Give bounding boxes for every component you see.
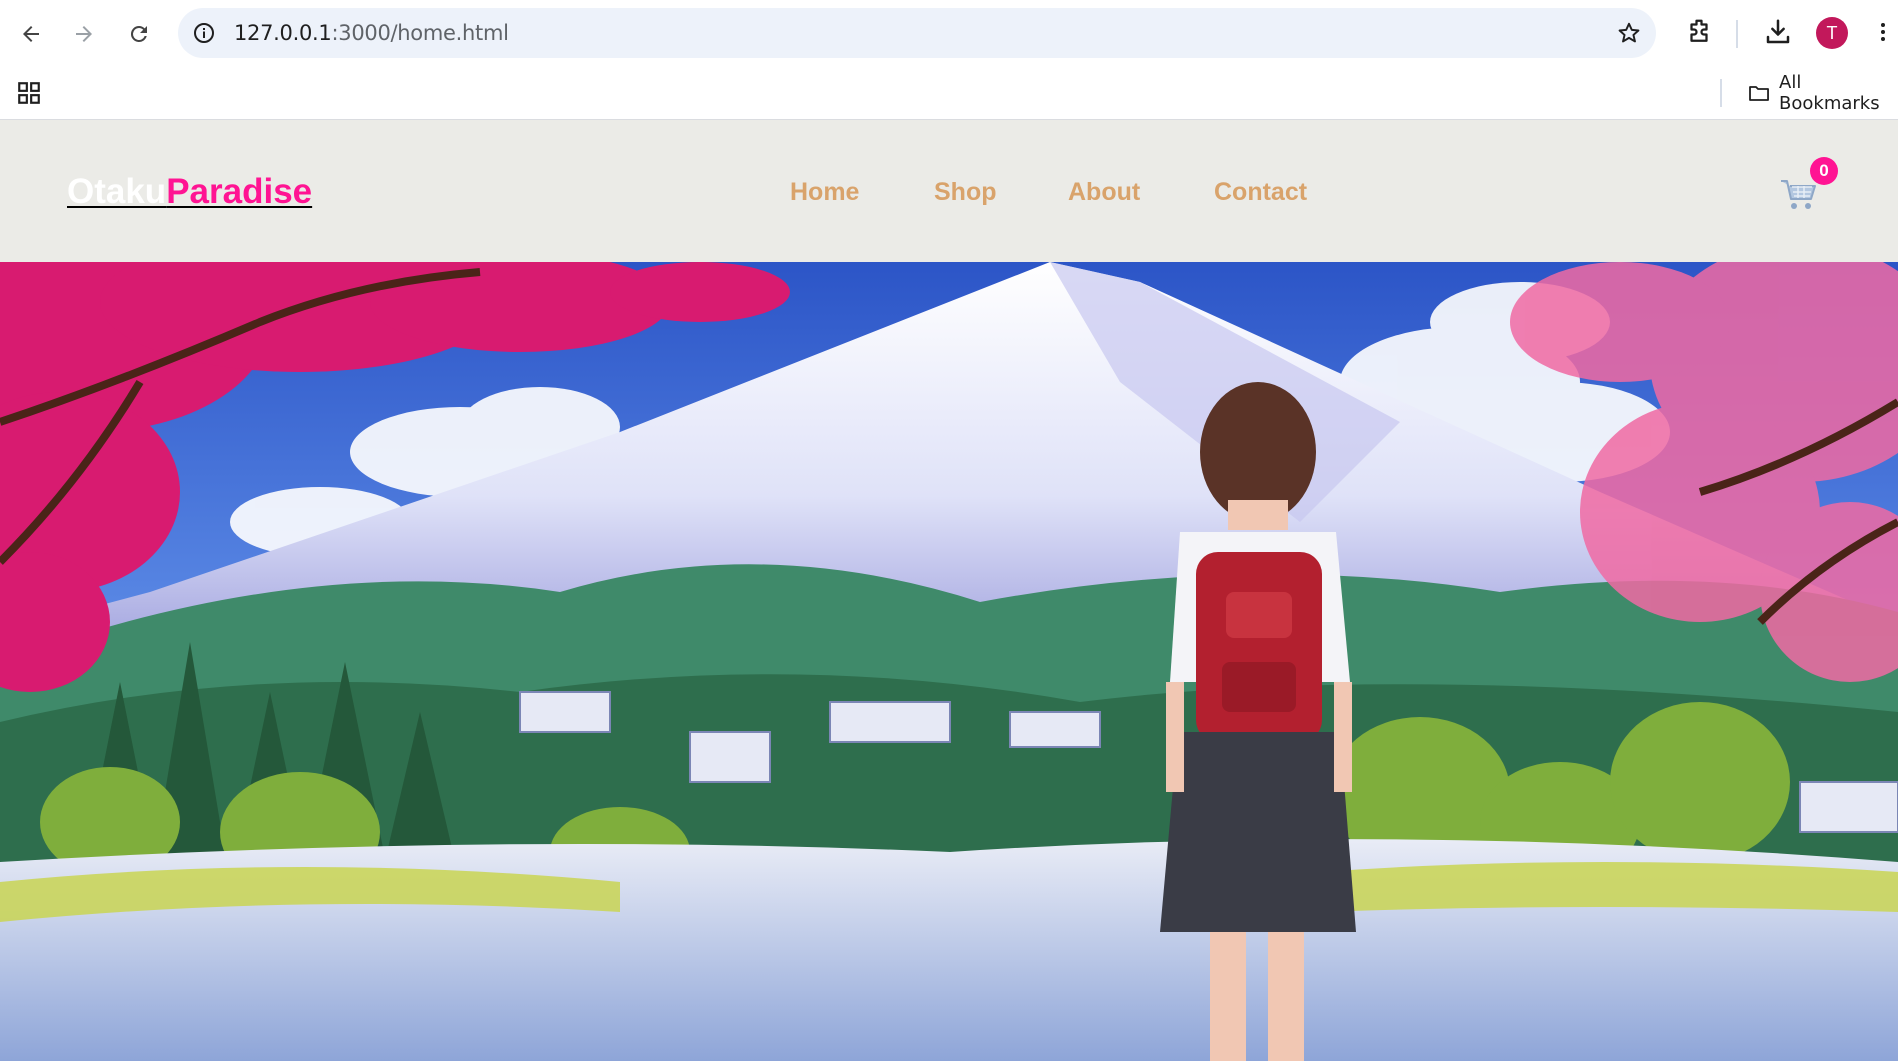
profile-avatar[interactable]: T [1816, 17, 1848, 49]
forward-arrow-icon [76, 26, 92, 42]
bookmarks-bar: All Bookmarks [0, 67, 1898, 120]
nav-link-about[interactable]: About [1068, 178, 1140, 207]
star-icon[interactable] [1616, 20, 1642, 46]
folder-icon [1749, 86, 1769, 101]
all-bookmarks-button[interactable]: All Bookmarks [1747, 72, 1898, 114]
url-path: :3000/home.html [331, 21, 509, 45]
site-logo[interactable]: OtakuParadise [67, 172, 312, 212]
browser-toolbar: 127.0.0.1:3000/home.html T [0, 0, 1898, 67]
forward-button[interactable] [64, 14, 104, 54]
reload-button[interactable] [119, 14, 159, 54]
url-text: 127.0.0.1:3000/home.html [234, 21, 509, 45]
back-button[interactable] [11, 14, 51, 54]
site-header: OtakuParadise Home Shop About Contact 0 [0, 120, 1898, 262]
nav-link-contact[interactable]: Contact [1214, 178, 1307, 207]
toolbar-divider [1736, 20, 1738, 48]
all-bookmarks-label: All Bookmarks [1779, 72, 1880, 114]
hero-banner [0, 262, 1898, 1061]
nav-link-shop[interactable]: Shop [934, 178, 997, 207]
download-icon[interactable] [1763, 17, 1793, 47]
address-bar[interactable]: 127.0.0.1:3000/home.html [178, 8, 1656, 58]
back-arrow-icon [23, 26, 39, 42]
hero-illustration [0, 262, 1898, 1061]
nav-link-home[interactable]: Home [790, 178, 859, 207]
logo-part-paradise: Paradise [166, 172, 313, 211]
cart-count-badge: 0 [1810, 157, 1838, 185]
bookmarks-divider [1720, 79, 1722, 107]
extensions-icon[interactable] [1684, 17, 1714, 47]
apps-grid-icon[interactable] [16, 80, 42, 106]
reload-icon [130, 25, 147, 42]
logo-part-otaku: Otaku [67, 172, 167, 211]
info-icon[interactable] [192, 21, 216, 45]
url-host: 127.0.0.1 [234, 21, 332, 45]
menu-dots-icon[interactable] [1871, 17, 1895, 47]
